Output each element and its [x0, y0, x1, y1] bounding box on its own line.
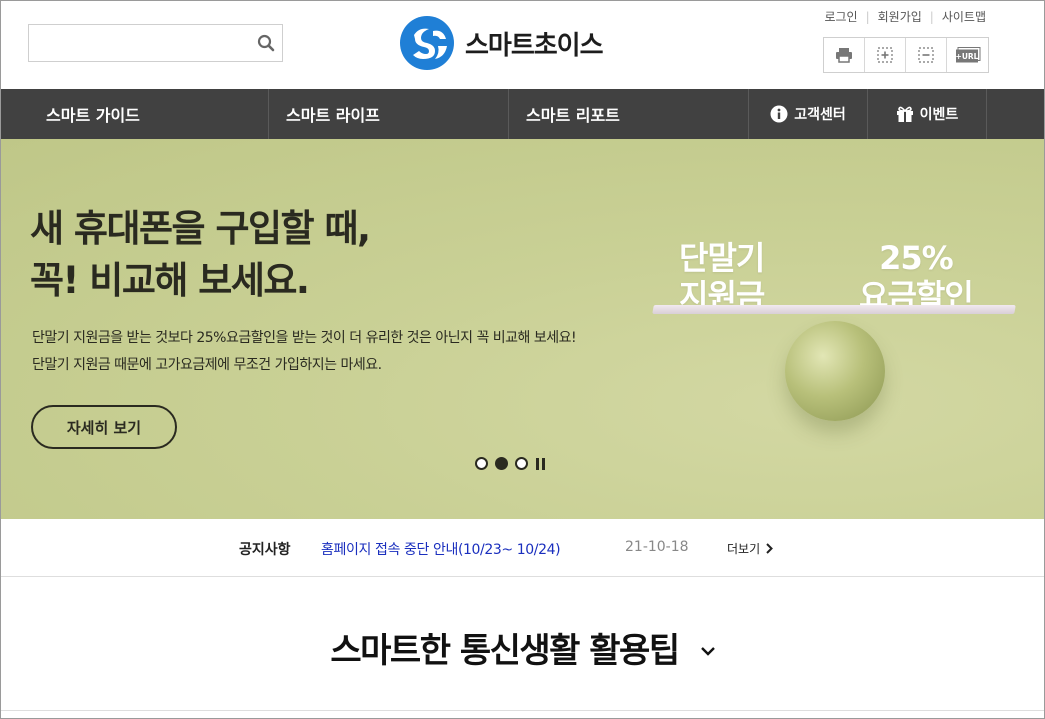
zoom-in-icon — [877, 47, 893, 63]
gift-icon — [896, 106, 913, 122]
search-input[interactable] — [29, 25, 249, 61]
art-discount-text: 25% 요금할인 — [859, 239, 974, 315]
info-icon — [770, 105, 788, 123]
browser-frame: 스마트초이스 로그인 | 회원가입 | 사이트맵 +URL 스마트 가이드 스마… — [0, 0, 1045, 719]
search-icon[interactable] — [257, 34, 275, 52]
url-copy-button[interactable]: +URL — [947, 38, 988, 72]
tool-buttons: +URL — [823, 37, 989, 73]
nav-item-customer-center[interactable]: 고객센터 — [749, 89, 868, 139]
tips-section-header[interactable]: 스마트한 통신생활 활용팁 — [1, 623, 1044, 672]
tips-section-title: 스마트한 통신생활 활용팁 — [330, 631, 680, 671]
hero-banner: 새 휴대폰을 구입할 때, 꼭! 비교해 보세요. 단말기 지원금을 받는 것보… — [1, 139, 1044, 519]
url-copy-label: +URL — [955, 52, 978, 61]
hero-illustration: 단말기 지원금 25% 요금할인 — [641, 229, 1031, 429]
hero-title-line: 새 휴대폰을 구입할 때, — [30, 207, 371, 250]
notice-more-link[interactable]: 더보기 — [727, 540, 774, 557]
main-nav: 스마트 가이드 스마트 라이프 스마트 리포트 고객센터 이벤트 — [1, 89, 1044, 139]
carousel-dot-1[interactable] — [475, 457, 488, 470]
hero-description: 단말기 지원금을 받는 것보다 25%요금할인을 받는 것이 더 유리한 것은 … — [32, 325, 577, 379]
notice-title-link[interactable]: 홈페이지 접속 중단 안내(10/23~ 10/24) — [321, 539, 561, 559]
nav-item-smart-life[interactable]: 스마트 라이프 — [269, 89, 509, 139]
divider: | — [929, 9, 934, 24]
zoom-out-icon — [918, 47, 934, 63]
notice-bar: 공지사항 홈페이지 접속 중단 안내(10/23~ 10/24) 21-10-1… — [1, 519, 1044, 577]
art-subsidy-text: 단말기 지원금 — [679, 239, 765, 315]
notice-more-label: 더보기 — [727, 542, 761, 556]
hero-title-line: 꼭! 비교해 보세요. — [30, 259, 310, 302]
carousel-controls — [475, 457, 548, 470]
balance-ball — [785, 321, 885, 421]
chevron-right-icon — [766, 543, 774, 554]
logo-mark-icon — [400, 16, 454, 70]
print-icon — [836, 48, 852, 63]
zoom-in-button[interactable] — [865, 38, 906, 72]
nav-item-smart-guide[interactable]: 스마트 가이드 — [29, 89, 269, 139]
notice-date: 21-10-18 — [625, 539, 689, 555]
nav-item-smart-report[interactable]: 스마트 리포트 — [509, 89, 749, 139]
art-text-line: 25% — [879, 239, 954, 277]
hero-title: 새 휴대폰을 구입할 때, 꼭! 비교해 보세요. — [30, 203, 371, 307]
site-header: 스마트초이스 로그인 | 회원가입 | 사이트맵 +URL — [1, 1, 1044, 89]
nav-item-event[interactable]: 이벤트 — [868, 89, 987, 139]
signup-link[interactable]: 회원가입 — [878, 8, 922, 25]
carousel-pause-icon[interactable] — [536, 457, 548, 470]
print-button[interactable] — [824, 38, 865, 72]
logo-text: 스마트초이스 — [465, 30, 604, 61]
carousel-dot-2[interactable] — [495, 457, 508, 470]
login-link[interactable]: 로그인 — [824, 8, 857, 25]
divider: | — [865, 9, 870, 24]
zoom-out-button[interactable] — [906, 38, 947, 72]
chevron-down-icon — [700, 647, 715, 656]
url-copy-icon: +URL — [955, 47, 980, 63]
art-text-line: 단말기 — [679, 239, 765, 277]
hero-description-line: 단말기 지원금을 받는 것보다 25%요금할인을 받는 것이 더 유리한 것은 … — [32, 330, 577, 346]
view-details-button[interactable]: 자세히 보기 — [31, 405, 177, 449]
sitemap-link[interactable]: 사이트맵 — [942, 8, 986, 25]
site-logo[interactable]: 스마트초이스 — [399, 15, 619, 71]
divider — [1, 710, 1044, 711]
carousel-dot-3[interactable] — [515, 457, 528, 470]
event-label: 이벤트 — [919, 107, 959, 123]
customer-center-label: 고객센터 — [794, 107, 846, 123]
utility-links: 로그인 | 회원가입 | 사이트맵 — [824, 8, 986, 25]
notice-label: 공지사항 — [239, 542, 291, 558]
hero-description-line: 단말기 지원금 때문에 고가요금제에 무조건 가입하지는 마세요. — [32, 357, 382, 373]
seesaw-plank — [652, 305, 1016, 314]
search-box — [28, 24, 283, 62]
